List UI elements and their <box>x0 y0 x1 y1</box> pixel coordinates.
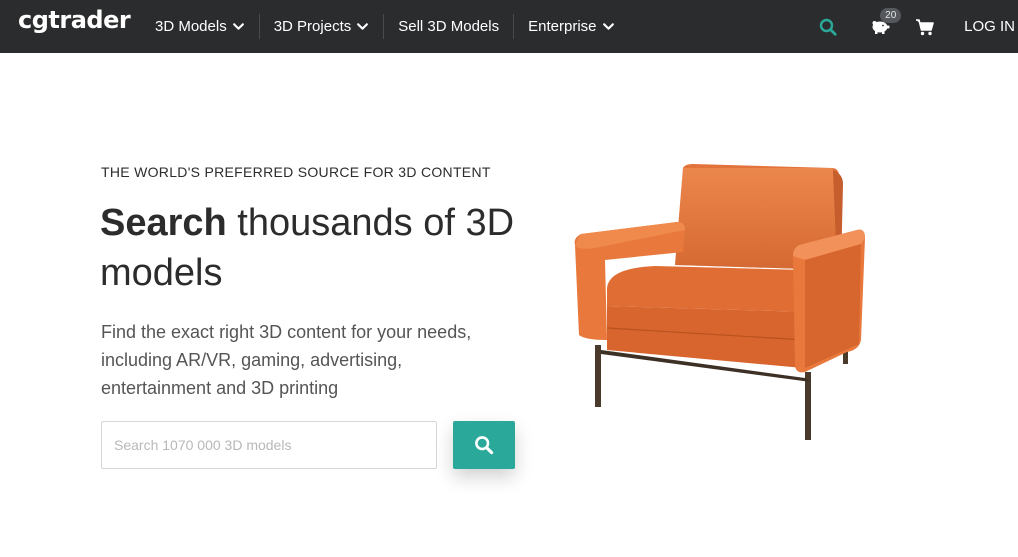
nav-item-label: Enterprise <box>528 18 597 35</box>
main-nav: 3D Models 3D Projects Sell 3D Models Ent… <box>141 0 629 53</box>
cgtrader-logo[interactable]: cgtrader <box>18 6 131 34</box>
search-input[interactable] <box>101 421 437 469</box>
search-icon <box>819 18 837 36</box>
login-link[interactable]: LOG IN <box>964 18 1015 35</box>
nav-item-label: 3D Models <box>155 18 227 35</box>
search-icon <box>475 436 494 455</box>
search-submit-button[interactable] <box>453 421 515 469</box>
armchair-3d-model-image <box>574 164 865 440</box>
header-actions: 20 LOG IN <box>813 0 1018 53</box>
rewards-button[interactable]: 20 <box>865 7 902 42</box>
chair-leg <box>595 345 601 407</box>
cart-button[interactable] <box>910 12 940 42</box>
nav-item-label: 3D Projects <box>273 18 352 35</box>
piggy-badge: 20 <box>880 7 902 23</box>
nav-item-label: Sell 3D Models <box>398 18 500 35</box>
header-search-button[interactable] <box>813 12 843 42</box>
nav-item-sell-3d-models[interactable]: Sell 3D Models <box>383 14 513 39</box>
chevron-down-icon <box>357 23 369 30</box>
chair-seat <box>607 266 812 312</box>
headline-bold: Search <box>100 202 227 244</box>
top-navigation-bar: cgtrader 3D Models 3D Projects Sell 3D M… <box>0 0 1018 53</box>
hero-eyebrow: THE WORLD'S PREFERRED SOURCE FOR 3D CONT… <box>101 164 491 180</box>
hero-subtext: Find the exact right 3D content for your… <box>101 322 472 398</box>
cart-icon <box>916 18 934 35</box>
nav-item-3d-models[interactable]: 3D Models <box>141 14 259 39</box>
chevron-down-icon <box>602 23 614 30</box>
chevron-down-icon <box>232 23 244 30</box>
hero-headline: Search thousands of 3D models <box>100 198 540 298</box>
nav-item-enterprise[interactable]: Enterprise <box>513 14 628 39</box>
chair-leg <box>805 372 811 440</box>
nav-item-3d-projects[interactable]: 3D Projects <box>258 14 384 39</box>
